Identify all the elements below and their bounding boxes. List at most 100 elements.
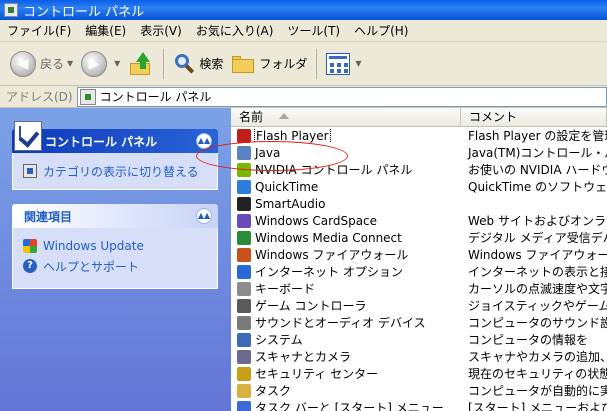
up-folder-icon: [128, 51, 154, 77]
list-item[interactable]: タスク バーと [スタート] メニュー [スタート] メニューおよびタス: [231, 399, 607, 411]
sound-icon: [237, 315, 251, 330]
item-comment: [スタート] メニューおよびタス: [468, 401, 607, 411]
back-arrow-icon: ◀: [10, 50, 36, 77]
list-item[interactable]: NVIDIA コントロール パネル お使いの NVIDIA ハードウェア: [231, 161, 607, 178]
menu-help[interactable]: ヘルプ(H): [347, 21, 415, 41]
forward-button[interactable]: ▶ ▼: [77, 46, 124, 82]
column-header-name[interactable]: 名前: [231, 108, 461, 127]
search-button[interactable]: 検索: [169, 46, 227, 82]
control-panel-section: コントロール パネル ▲▲ カテゴリの表示に切り替える: [12, 121, 218, 190]
list-item[interactable]: QuickTime QuickTime のソフトウェアコン: [231, 178, 607, 195]
item-comment: QuickTime のソフトウェアコン: [468, 180, 607, 194]
windows-update-label: Windows Update: [43, 239, 144, 253]
switch-to-category-view-link[interactable]: カテゴリの表示に切り替える: [23, 161, 207, 181]
item-name-cell: Java: [231, 145, 461, 160]
item-name-cell: インターネット オプション: [231, 263, 461, 280]
item-name-cell: タスク: [231, 382, 461, 399]
windows-update-link[interactable]: Windows Update: [23, 236, 207, 256]
toolbar-separator: [163, 48, 165, 79]
item-comment: お使いの NVIDIA ハードウェア: [468, 163, 607, 177]
sort-ascending-icon: [278, 113, 289, 119]
list-item[interactable]: Java Java(TM)コントロール・パネル: [231, 144, 607, 161]
address-value: コントロール パネル: [99, 90, 212, 104]
column-header-comment[interactable]: コメント: [461, 108, 607, 127]
collapse-chevron-icon[interactable]: ▲▲: [196, 208, 212, 224]
item-name-cell: タスク バーと [スタート] メニュー: [231, 399, 461, 411]
taskbar-icon: [237, 400, 251, 411]
back-dropdown-icon[interactable]: ▼: [67, 59, 73, 68]
address-field[interactable]: コントロール パネル: [76, 86, 607, 107]
related-topics-header[interactable]: 関連項目 ▲▲: [12, 204, 218, 228]
menu-tools[interactable]: ツール(T): [280, 21, 347, 41]
item-name: ゲーム コントローラ: [255, 299, 367, 313]
keyboard-icon: [237, 281, 251, 296]
list-item[interactable]: インターネット オプション インターネットの表示と接続設: [231, 263, 607, 280]
category-view-icon: [23, 164, 37, 178]
tasks-icon: [237, 383, 251, 398]
views-button[interactable]: ▼: [322, 46, 365, 82]
item-name: タスク: [255, 384, 292, 398]
item-name-cell: Flash Player: [231, 128, 461, 143]
collapse-chevron-icon[interactable]: ▲▲: [196, 133, 212, 149]
item-comment: Web サイトおよびオンライン サ: [468, 214, 607, 228]
menu-bar: ファイル(F) 編集(E) 表示(V) お気に入り(A) ツール(T) ヘルプ(…: [0, 20, 607, 42]
list-item[interactable]: ゲーム コントローラ ジョイスティックやゲームパッドな: [231, 297, 607, 314]
column-header-name-label: 名前: [239, 110, 264, 124]
help-and-support-link[interactable]: ? ヘルプとサポート: [23, 256, 207, 276]
list-item[interactable]: Flash Player Flash Player の設定を管理: [231, 127, 607, 144]
list-item[interactable]: サウンドとオーディオ デバイス コンピュータのサウンド設定を: [231, 314, 607, 331]
list-item[interactable]: Windows CardSpace Web サイトおよびオンライン サ: [231, 212, 607, 229]
item-name-cell: キーボード: [231, 280, 461, 297]
back-button[interactable]: ◀ 戻る ▼: [6, 46, 77, 82]
list-item[interactable]: スキャナとカメラ スキャナやカメラの追加、削除: [231, 348, 607, 365]
folders-button[interactable]: フォルダ: [227, 46, 311, 82]
list-item[interactable]: システム コンピュータの情報を: [231, 331, 607, 348]
firewall-icon: [237, 247, 251, 262]
cardspace-icon: [237, 213, 251, 228]
item-comment: コンピュータの情報を: [468, 333, 589, 347]
related-topics-section: 関連項目 ▲▲ Windows Update ? ヘルプとサポート: [12, 204, 218, 289]
quicktime-icon: [237, 179, 251, 194]
item-comment: Flash Player の設定を管理: [468, 129, 607, 143]
item-name: SmartAudio: [255, 196, 326, 211]
window-title: コントロール パネル: [23, 4, 145, 20]
control-panel-section-header[interactable]: コントロール パネル ▲▲: [12, 121, 218, 153]
item-name: サウンドとオーディオ デバイス: [255, 316, 426, 330]
list-item[interactable]: タスク コンピュータが自動的に実行す: [231, 382, 607, 399]
column-header-comment-label: コメント: [469, 110, 518, 124]
item-comment: インターネットの表示と接続設: [468, 265, 607, 279]
scanner-icon: [237, 349, 251, 364]
menu-favorites[interactable]: お気に入り(A): [189, 21, 281, 41]
item-name-cell: SmartAudio: [231, 196, 461, 211]
item-name: Windows Media Connect: [255, 230, 402, 245]
flash-icon: [237, 128, 251, 143]
security-icon: [237, 366, 251, 381]
item-name-cell: サウンドとオーディオ デバイス: [231, 314, 461, 331]
list-item[interactable]: SmartAudio: [231, 195, 607, 212]
internet-icon: [237, 264, 251, 279]
list-item[interactable]: Windows ファイアウォール Windows ファイアウォールを構: [231, 246, 607, 263]
item-name: Flash Player: [254, 128, 331, 143]
list-item[interactable]: セキュリティ センター 現在のセキュリティの状態を: [231, 365, 607, 382]
item-name-cell: システム: [231, 331, 461, 348]
item-name: キーボード: [255, 282, 316, 296]
list-item[interactable]: キーボード カーソルの点滅速度や文字の: [231, 280, 607, 297]
menu-view[interactable]: 表示(V): [133, 21, 189, 41]
up-button[interactable]: [124, 46, 158, 82]
control-panel-section-body: カテゴリの表示に切り替える: [12, 153, 218, 190]
menu-edit[interactable]: 編集(E): [78, 21, 133, 41]
folders-label: フォルダ: [259, 57, 308, 71]
item-name: システム: [255, 333, 303, 347]
item-name-cell: QuickTime: [231, 179, 461, 194]
control-panel-section-title: コントロール パネル: [45, 134, 158, 149]
list-item[interactable]: Windows Media Connect デジタル メディア受信デバイ: [231, 229, 607, 246]
title-bar[interactable]: コントロール パネル: [0, 0, 607, 20]
java-icon: [237, 145, 251, 160]
related-topics-title: 関連項目: [24, 209, 73, 224]
task-pane: コントロール パネル ▲▲ カテゴリの表示に切り替える 関連項目 ▲▲ Wind…: [0, 108, 231, 411]
item-name: タスク バーと [スタート] メニュー: [255, 401, 444, 411]
item-comment: Java(TM)コントロール・パネル: [468, 146, 607, 160]
item-name: Windows ファイアウォール: [255, 248, 409, 262]
forward-dropdown-icon[interactable]: ▼: [114, 59, 120, 68]
menu-file[interactable]: ファイル(F): [0, 21, 78, 41]
